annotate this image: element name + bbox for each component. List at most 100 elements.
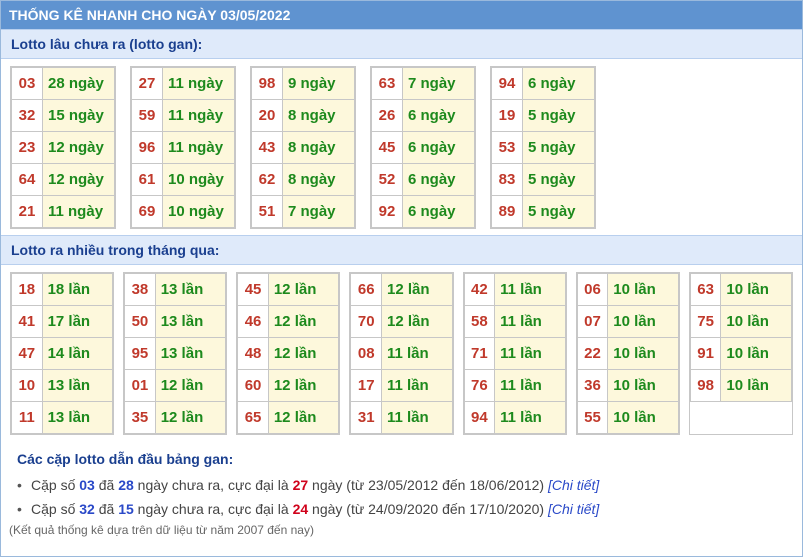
table-row: 41 17 lần	[11, 305, 114, 338]
pair-max: 27	[292, 477, 309, 493]
lotto-number: 62	[251, 163, 283, 196]
gan-table: 27 11 ngày 59 11 ngày 96 11 ngày 61 10 ngày 69 10…	[131, 67, 235, 228]
table-row: 63 7 ngày	[371, 67, 475, 100]
frequent-table: 42 11 lần 58 11 lần 71 11 lần 76 11 lần 94 11 lần	[463, 273, 566, 434]
lotto-number: 98	[251, 67, 283, 100]
table-row: 91 10 lần	[689, 337, 792, 370]
gan-table: 98 9 ngày 20 8 ngày 43 8 ngày 62 8 ngày 51 7 ngày	[251, 67, 355, 228]
pair-text: đã	[94, 501, 119, 517]
lotto-number: 58	[463, 305, 496, 338]
table-row: 36 10 lần	[576, 369, 679, 402]
page-title: THỐNG KÊ NHANH CHO NGÀY 03/05/2022	[1, 1, 802, 29]
table-row: 70 12 lần	[350, 305, 453, 338]
lotto-number: 94	[463, 401, 496, 434]
days-absent: 8 ngày	[282, 131, 355, 164]
table-row: 52 6 ngày	[371, 163, 475, 196]
table-row: 51 7 ngày	[251, 195, 355, 228]
table-row: 65 12 lần	[237, 401, 340, 434]
lotto-number: 53	[491, 131, 523, 164]
lotto-number: 20	[251, 99, 283, 132]
table-row: 18 18 lần	[11, 273, 114, 306]
pair-days: 15	[118, 501, 134, 517]
table-row: 01 12 lần	[124, 369, 227, 402]
table-row: 71 11 lần	[463, 337, 566, 370]
pair-number: 32	[79, 501, 95, 517]
times-appeared: 12 lần	[380, 273, 453, 306]
pair-max: 24	[292, 501, 309, 517]
table-row: 08 11 lần	[350, 337, 453, 370]
pair-text: ngày (từ 23/05/2012 đến 18/06/2012)	[308, 477, 548, 493]
times-appeared: 12 lần	[267, 401, 340, 434]
times-appeared: 10 lần	[607, 369, 679, 402]
table-row: 17 11 lần	[350, 369, 453, 402]
table-row: 22 10 lần	[576, 337, 679, 370]
times-appeared: 11 lần	[494, 305, 566, 338]
table-row: 43 8 ngày	[251, 131, 355, 164]
bullet-icon: •	[17, 477, 22, 493]
times-appeared: 10 lần	[607, 337, 679, 370]
times-appeared: 12 lần	[267, 337, 340, 370]
lotto-number: 50	[124, 305, 156, 338]
days-absent: 7 ngày	[282, 195, 355, 228]
times-appeared: 10 lần	[720, 369, 792, 402]
lotto-number: 64	[11, 163, 43, 196]
frequent-group: 66 12 lần 70 12 lần 08 11 lần 17 11 lần 31 11 lần	[349, 272, 454, 435]
table-row: 59 11 ngày	[131, 99, 235, 132]
table-row: 58 11 lần	[463, 305, 566, 338]
table-row: 62 8 ngày	[251, 163, 355, 196]
days-absent: 10 ngày	[162, 195, 235, 228]
days-absent: 11 ngày	[162, 67, 235, 100]
gan-table: 63 7 ngày 26 6 ngày 45 6 ngày 52 6 ngày 92 6 ngày	[371, 67, 475, 228]
table-row: 60 12 lần	[237, 369, 340, 402]
table-row: 32 15 ngày	[11, 99, 115, 132]
lotto-number: 60	[237, 369, 269, 402]
lotto-number: 48	[237, 337, 269, 370]
table-row: 89 5 ngày	[491, 195, 595, 228]
frequent-table: 06 10 lần 07 10 lần 22 10 lần 36 10 lần 55 10 lần	[576, 273, 679, 434]
lotto-number: 06	[576, 273, 609, 306]
times-appeared: 11 lần	[380, 401, 453, 434]
lotto-number: 43	[251, 131, 283, 164]
days-absent: 5 ngày	[522, 195, 595, 228]
gan-group: 98 9 ngày 20 8 ngày 43 8 ngày 62 8 ngày 51 7 ngày	[250, 66, 356, 229]
table-row: 66 12 lần	[350, 273, 453, 306]
lotto-number: 63	[371, 67, 403, 100]
lotto-number: 51	[251, 195, 283, 228]
lotto-number: 26	[371, 99, 403, 132]
lotto-number: 94	[491, 67, 523, 100]
pair-number: 03	[79, 477, 95, 493]
gan-section-heading: Lotto lâu chưa ra (lotto gan):	[1, 29, 802, 59]
lotto-number: 70	[350, 305, 382, 338]
table-row: 19 5 ngày	[491, 99, 595, 132]
lotto-number: 35	[124, 401, 156, 434]
lotto-number: 71	[463, 337, 496, 370]
lotto-number: 61	[131, 163, 163, 196]
times-appeared: 18 lần	[41, 273, 114, 306]
times-appeared: 13 lần	[154, 337, 227, 370]
days-absent: 5 ngày	[522, 99, 595, 132]
lotto-number: 07	[576, 305, 609, 338]
gan-pair-line: • Cặp số 03 đã 28 ngày chưa ra, cực đại …	[17, 473, 802, 497]
days-absent: 6 ngày	[522, 67, 595, 100]
lotto-number: 76	[463, 369, 496, 402]
frequent-group: 38 13 lần 50 13 lần 95 13 lần 01 12 lần 35 12 lần	[123, 272, 228, 435]
times-appeared: 10 lần	[607, 273, 679, 306]
days-absent: 11 ngày	[42, 195, 115, 228]
table-row: 61 10 ngày	[131, 163, 235, 196]
lotto-number: 45	[237, 273, 269, 306]
lotto-number: 08	[350, 337, 382, 370]
lotto-number: 46	[237, 305, 269, 338]
detail-link[interactable]: [Chi tiết]	[548, 501, 599, 517]
times-appeared: 11 lần	[380, 337, 453, 370]
footnote: (Kết quả thống kê dựa trên dữ liệu từ nă…	[9, 523, 314, 537]
days-absent: 10 ngày	[162, 163, 235, 196]
table-row: 92 6 ngày	[371, 195, 475, 228]
frequent-table: 66 12 lần 70 12 lần 08 11 lần 17 11 lần 31 11 lần	[350, 273, 453, 434]
lotto-number: 27	[131, 67, 163, 100]
frequent-table: 18 18 lần 41 17 lần 47 14 lần 10 13 lần 11 13 lần	[11, 273, 114, 434]
table-row: 94 6 ngày	[491, 67, 595, 100]
times-appeared: 10 lần	[720, 337, 792, 370]
detail-link[interactable]: [Chi tiết]	[548, 477, 599, 493]
pair-days: 28	[118, 477, 134, 493]
lotto-number: 18	[11, 273, 43, 306]
